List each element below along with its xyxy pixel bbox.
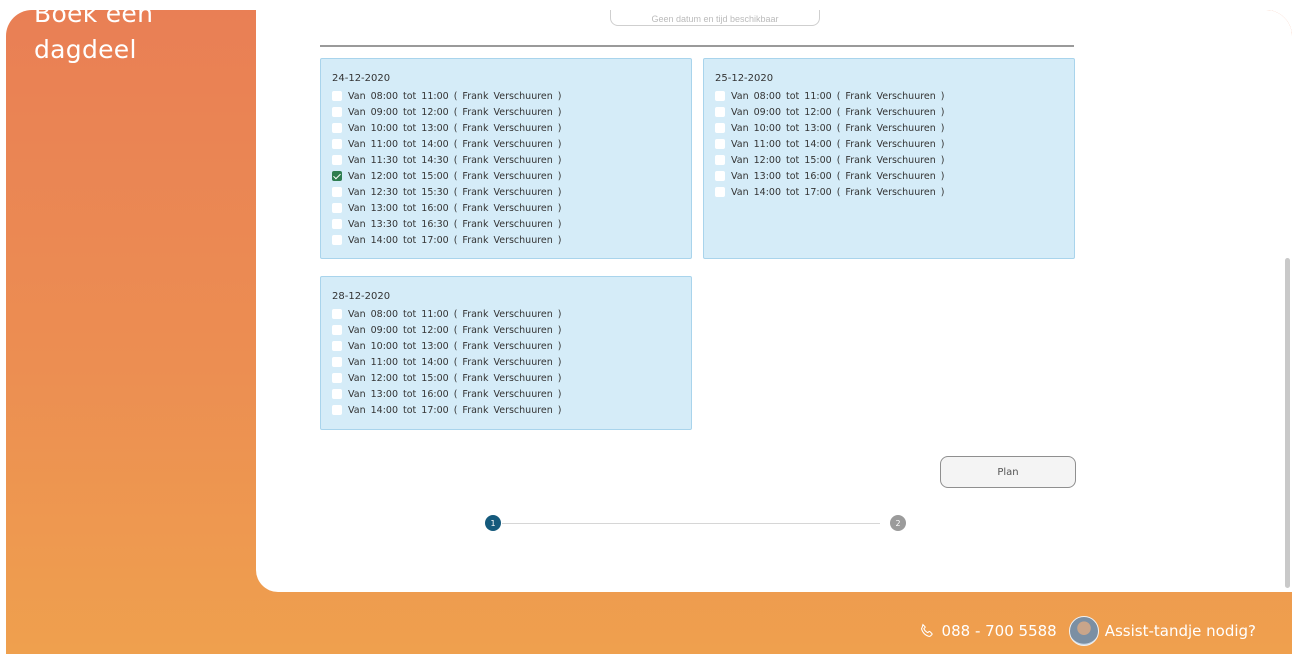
slot-checkbox[interactable] (715, 187, 725, 197)
sidebar-title-line2: dagdeel (34, 35, 137, 64)
assistant-avatar[interactable] (1068, 616, 1099, 646)
time-slot-option[interactable]: Van 08:00 tot 11:00 ( Frank Verschuuren … (332, 88, 691, 104)
time-slot-option[interactable]: Van 13:00 tot 16:00 ( Frank Verschuuren … (715, 168, 1074, 184)
date-select-field[interactable]: Geen datum en tijd beschikbaar (610, 10, 820, 26)
slot-label: Van 13:30 tot 16:30 ( Frank Verschuuren … (348, 218, 562, 230)
day-card-2: 28-12-2020 Van 08:00 tot 11:00 ( Frank V… (320, 276, 692, 430)
step-2-indicator[interactable]: 2 (890, 515, 906, 531)
slot-label: Van 10:00 tot 13:00 ( Frank Verschuuren … (348, 122, 562, 134)
slot-label: Van 10:00 tot 13:00 ( Frank Verschuuren … (731, 122, 945, 134)
time-slot-option[interactable]: Van 13:00 tot 16:00 ( Frank Verschuuren … (332, 200, 691, 216)
time-slot-option[interactable]: Van 12:30 tot 15:30 ( Frank Verschuuren … (332, 184, 691, 200)
phone-icon[interactable] (918, 622, 936, 640)
slot-checkbox[interactable] (332, 389, 342, 399)
slot-checkbox[interactable] (715, 155, 725, 165)
slot-label: Van 12:30 tot 15:30 ( Frank Verschuuren … (348, 186, 562, 198)
slot-label: Van 12:00 tot 15:00 ( Frank Verschuuren … (731, 154, 945, 166)
time-slot-option[interactable]: Van 08:00 tot 11:00 ( Frank Verschuuren … (332, 306, 691, 322)
slot-label: Van 14:00 tot 17:00 ( Frank Verschuuren … (348, 234, 562, 246)
app-frame: Boek een dagdeel Geen datum en tijd besc… (6, 10, 1292, 654)
time-slot-option[interactable]: Van 13:30 tot 16:30 ( Frank Verschuuren … (332, 216, 691, 232)
slot-label: Van 09:00 tot 12:00 ( Frank Verschuuren … (348, 106, 562, 118)
slot-checkbox[interactable] (715, 123, 725, 133)
time-slot-option[interactable]: Van 14:00 tot 17:00 ( Frank Verschuuren … (715, 184, 1074, 200)
slot-label: Van 08:00 tot 11:00 ( Frank Verschuuren … (348, 90, 562, 102)
time-slot-option[interactable]: Van 14:00 tot 17:00 ( Frank Verschuuren … (332, 402, 691, 418)
slot-label: Van 08:00 tot 11:00 ( Frank Verschuuren … (348, 308, 562, 320)
time-slot-option[interactable]: Van 10:00 tot 13:00 ( Frank Verschuuren … (715, 120, 1074, 136)
time-slot-option[interactable]: Van 10:00 tot 13:00 ( Frank Verschuuren … (332, 338, 691, 354)
slot-checkbox[interactable] (332, 325, 342, 335)
day-date: 28-12-2020 (332, 291, 391, 302)
slot-checkbox[interactable] (332, 357, 342, 367)
slot-checkbox[interactable] (332, 107, 342, 117)
time-slot-option[interactable]: Van 10:00 tot 13:00 ( Frank Verschuuren … (332, 120, 691, 136)
slot-label: Van 11:00 tot 14:00 ( Frank Verschuuren … (348, 138, 562, 150)
slot-checkbox[interactable] (332, 187, 342, 197)
time-slot-option[interactable]: Van 09:00 tot 12:00 ( Frank Verschuuren … (332, 104, 691, 120)
slot-checkbox[interactable] (332, 373, 342, 383)
slot-label: Van 09:00 tot 12:00 ( Frank Verschuuren … (348, 324, 562, 336)
slot-checkbox[interactable] (715, 171, 725, 181)
time-slot-option[interactable]: Van 11:30 tot 14:30 ( Frank Verschuuren … (332, 152, 691, 168)
slot-label: Van 12:00 tot 15:00 ( Frank Verschuuren … (348, 372, 562, 384)
scrollbar[interactable] (1285, 258, 1290, 588)
time-slot-option[interactable]: Van 11:00 tot 14:00 ( Frank Verschuuren … (332, 354, 691, 370)
time-slot-option[interactable]: Van 14:00 tot 17:00 ( Frank Verschuuren … (332, 232, 691, 248)
phone-number[interactable]: 088 - 700 5588 (942, 622, 1057, 640)
day-card-1: 25-12-2020 Van 08:00 tot 11:00 ( Frank V… (703, 58, 1075, 259)
slot-label: Van 10:00 tot 13:00 ( Frank Verschuuren … (348, 340, 562, 352)
slot-label: Van 09:00 tot 12:00 ( Frank Verschuuren … (731, 106, 945, 118)
slot-checkbox[interactable] (332, 219, 342, 229)
day-date: 25-12-2020 (715, 73, 774, 84)
time-slot-option[interactable]: Van 12:00 tot 15:00 ( Frank Verschuuren … (332, 370, 691, 386)
slot-label: Van 11:30 tot 14:30 ( Frank Verschuuren … (348, 154, 562, 166)
slot-checkbox[interactable] (715, 91, 725, 101)
stepper-line (502, 523, 880, 524)
slot-checkbox[interactable] (715, 107, 725, 117)
slot-checkbox[interactable] (332, 139, 342, 149)
sidebar-title-line1: Boek een (34, 10, 154, 28)
slot-label: Van 11:00 tot 14:00 ( Frank Verschuuren … (731, 138, 945, 150)
day-card-0: 24-12-2020 Van 08:00 tot 11:00 ( Frank V… (320, 58, 692, 259)
main-panel: Geen datum en tijd beschikbaar 24-12-202… (256, 10, 1292, 592)
time-slot-option[interactable]: Van 09:00 tot 12:00 ( Frank Verschuuren … (715, 104, 1074, 120)
time-slot-option[interactable]: Van 11:00 tot 14:00 ( Frank Verschuuren … (715, 136, 1074, 152)
slot-label: Van 12:00 tot 15:00 ( Frank Verschuuren … (348, 170, 562, 182)
slot-checkbox[interactable] (332, 123, 342, 133)
slot-label: Van 11:00 tot 14:00 ( Frank Verschuuren … (348, 356, 562, 368)
day-date: 24-12-2020 (332, 73, 391, 84)
slot-label: Van 13:00 tot 16:00 ( Frank Verschuuren … (348, 202, 562, 214)
slot-checkbox[interactable] (332, 171, 342, 181)
time-slot-option[interactable]: Van 12:00 tot 15:00 ( Frank Verschuuren … (715, 152, 1074, 168)
slot-label: Van 08:00 tot 11:00 ( Frank Verschuuren … (731, 90, 945, 102)
slot-checkbox[interactable] (332, 309, 342, 319)
slot-label: Van 13:00 tot 16:00 ( Frank Verschuuren … (731, 170, 945, 182)
divider (320, 45, 1074, 47)
time-slot-option[interactable]: Van 13:00 tot 16:00 ( Frank Verschuuren … (332, 386, 691, 402)
slot-label: Van 14:00 tot 17:00 ( Frank Verschuuren … (348, 404, 562, 416)
slot-checkbox[interactable] (715, 139, 725, 149)
slot-checkbox[interactable] (332, 155, 342, 165)
time-slot-option[interactable]: Van 08:00 tot 11:00 ( Frank Verschuuren … (715, 88, 1074, 104)
time-slot-option[interactable]: Van 09:00 tot 12:00 ( Frank Verschuuren … (332, 322, 691, 338)
slot-label: Van 14:00 tot 17:00 ( Frank Verschuuren … (731, 186, 945, 198)
slot-checkbox[interactable] (332, 235, 342, 245)
help-link[interactable]: Assist-tandje nodig? (1105, 622, 1256, 640)
slot-checkbox[interactable] (332, 203, 342, 213)
step-1-indicator[interactable]: 1 (485, 515, 501, 531)
slot-label: Van 13:00 tot 16:00 ( Frank Verschuuren … (348, 388, 562, 400)
slot-checkbox[interactable] (332, 341, 342, 351)
footer-contact: 088 - 700 5588 Assist-tandje nodig? (918, 616, 1256, 646)
time-slot-option[interactable]: Van 11:00 tot 14:00 ( Frank Verschuuren … (332, 136, 691, 152)
slot-checkbox[interactable] (332, 405, 342, 415)
slot-checkbox[interactable] (332, 91, 342, 101)
sidebar-title: Boek een dagdeel (34, 10, 153, 68)
time-slot-option[interactable]: Van 12:00 tot 15:00 ( Frank Verschuuren … (332, 168, 691, 184)
plan-button[interactable]: Plan (940, 456, 1076, 488)
